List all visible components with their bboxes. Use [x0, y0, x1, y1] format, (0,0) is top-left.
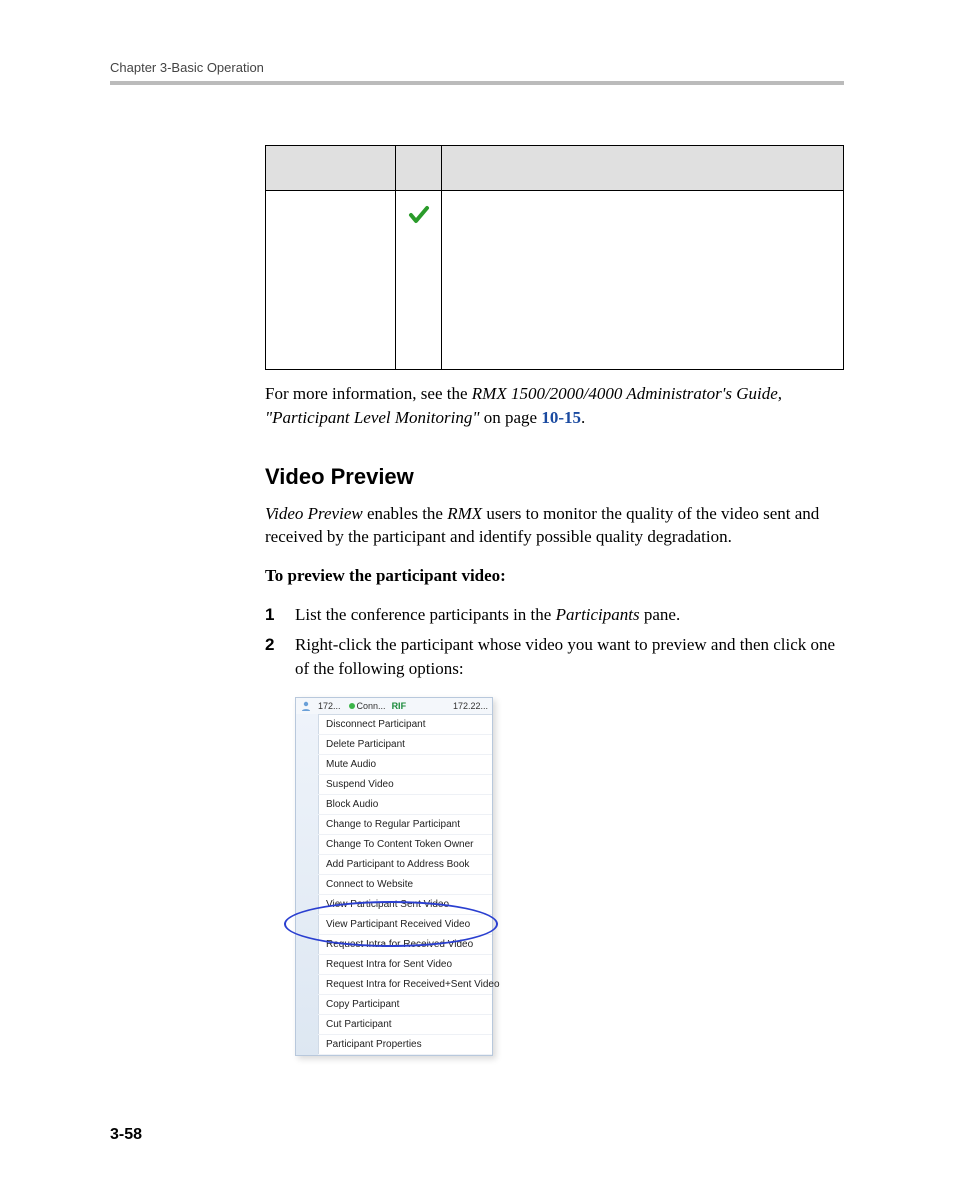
page-number: 3-58: [110, 1126, 844, 1144]
reference-paragraph: For more information, see the RMX 1500/2…: [265, 382, 844, 430]
text: enables the: [363, 504, 448, 523]
menu-item[interactable]: Change to Regular Participant: [318, 815, 492, 835]
term: RMX: [447, 504, 482, 523]
menu-item[interactable]: Request Intra for Sent Video: [318, 955, 492, 975]
table-cell-check: [396, 191, 442, 370]
menu-item[interactable]: Request Intra for Received+Sent Video: [318, 975, 492, 995]
menu-item[interactable]: View Participant Received Video: [318, 915, 492, 935]
page-ref-link[interactable]: 10-15: [541, 408, 581, 427]
check-icon: [407, 203, 431, 227]
table-cell: [442, 191, 844, 370]
menu-item[interactable]: Copy Participant: [318, 995, 492, 1015]
text: Conn...: [357, 701, 386, 711]
text: 172...: [318, 701, 341, 711]
context-menu: 172... Conn... RIF 172.22... Disconnect …: [295, 697, 493, 1056]
text: on page: [479, 408, 541, 427]
menu-item[interactable]: View Participant Sent Video: [318, 895, 492, 915]
step-number: 1: [265, 603, 295, 627]
step-text: Right-click the participant whose video …: [295, 633, 844, 681]
intro-paragraph: Video Preview enables the RMX users to m…: [265, 502, 844, 550]
table-header-cell: [442, 146, 844, 191]
menu-item[interactable]: Delete Participant: [318, 735, 492, 755]
text: .: [581, 408, 585, 427]
table-header-cell: [396, 146, 442, 191]
menu-item[interactable]: Block Audio: [318, 795, 492, 815]
menu-item[interactable]: Connect to Website: [318, 875, 492, 895]
participant-icon: [300, 700, 312, 712]
text: pane.: [640, 605, 681, 624]
menu-item[interactable]: Change To Content Token Owner: [318, 835, 492, 855]
step: 2 Right-click the participant whose vide…: [265, 633, 844, 681]
menu-item[interactable]: Participant Properties: [318, 1035, 492, 1055]
status-dot-icon: [347, 701, 357, 711]
chapter-header: Chapter 3-Basic Operation: [110, 60, 844, 75]
text: 172.22...: [453, 701, 488, 711]
menu-item[interactable]: Disconnect Participant: [318, 715, 492, 735]
menu-item[interactable]: Mute Audio: [318, 755, 492, 775]
term: Video Preview: [265, 504, 363, 523]
menu-item[interactable]: Suspend Video: [318, 775, 492, 795]
status-table: [265, 145, 844, 370]
table-header-cell: [266, 146, 396, 191]
menu-item[interactable]: Cut Participant: [318, 1015, 492, 1035]
procedure-heading: To preview the participant video:: [265, 566, 844, 586]
menu-item[interactable]: Request Intra for Received Video: [318, 935, 492, 955]
participant-row: 172... Conn... RIF 172.22...: [296, 698, 492, 715]
section-heading: Video Preview: [265, 464, 844, 490]
menu-item[interactable]: Add Participant to Address Book: [318, 855, 492, 875]
text: For more information, see the: [265, 384, 472, 403]
text: List the conference participants in the: [295, 605, 556, 624]
text: Right-click the participant whose video …: [295, 635, 835, 678]
header-rule: [110, 81, 844, 85]
menu-items: Disconnect Participant Delete Participan…: [296, 715, 492, 1055]
step: 1 List the conference participants in th…: [265, 603, 844, 627]
badge: RIF: [392, 701, 407, 711]
table-cell: [266, 191, 396, 370]
step-number: 2: [265, 633, 295, 657]
term: Participants: [556, 605, 640, 624]
procedure-steps: 1 List the conference participants in th…: [265, 603, 844, 680]
context-menu-screenshot: 172... Conn... RIF 172.22... Disconnect …: [295, 697, 844, 1056]
step-text: List the conference participants in the …: [295, 603, 680, 627]
